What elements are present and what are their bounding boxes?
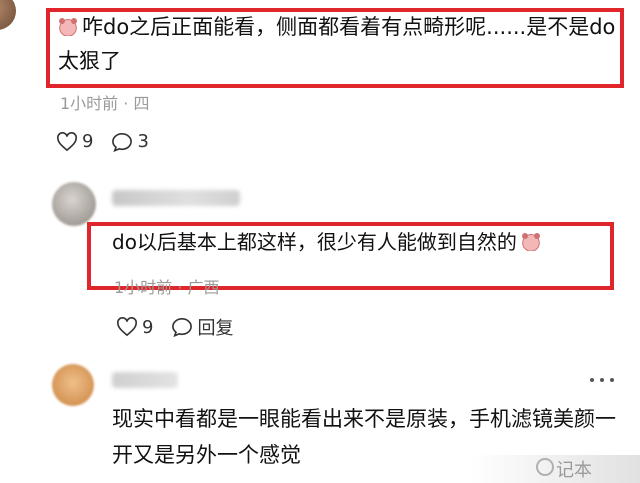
watermark-bar xyxy=(470,455,640,483)
avatar[interactable] xyxy=(0,0,16,30)
avatar[interactable] xyxy=(52,182,96,226)
heart-icon xyxy=(117,317,137,337)
username-blurred[interactable] xyxy=(112,372,178,388)
comment-meta: 1小时前 · 广西 xyxy=(114,278,220,297)
emoji-icon xyxy=(520,233,541,251)
reply-button[interactable]: 回复 xyxy=(171,314,233,340)
like-count: 9 xyxy=(82,131,94,152)
comment-bubble-icon xyxy=(112,132,133,152)
username-blurred[interactable] xyxy=(112,190,240,206)
comment-bubble-icon xyxy=(172,317,193,337)
watermark: 记本 xyxy=(556,460,592,481)
comment-text: do以后基本上都这样，很少有人能做到自然的 xyxy=(112,227,541,257)
emoji-icon xyxy=(58,18,78,36)
more-options-icon[interactable] xyxy=(585,366,619,394)
comment-meta: 1小时前 · 四 xyxy=(60,94,150,113)
like-button[interactable]: 9 xyxy=(116,317,153,338)
like-button[interactable]: 9 xyxy=(56,131,93,152)
avatar[interactable] xyxy=(52,364,94,406)
comment-actions: 9 回复 xyxy=(116,314,251,340)
reply-button[interactable]: 3 xyxy=(111,131,149,152)
reply-count: 3 xyxy=(137,131,149,152)
heart-icon xyxy=(57,131,77,151)
comment-text: 咋do之后正面能看，侧面都看着有点畸形呢......是不是do太狠了 xyxy=(58,15,616,73)
like-count: 9 xyxy=(142,316,154,338)
reply-label: 回复 xyxy=(197,318,234,339)
comment-actions: 9 3 xyxy=(56,131,167,152)
watermark-logo-icon xyxy=(536,458,554,476)
